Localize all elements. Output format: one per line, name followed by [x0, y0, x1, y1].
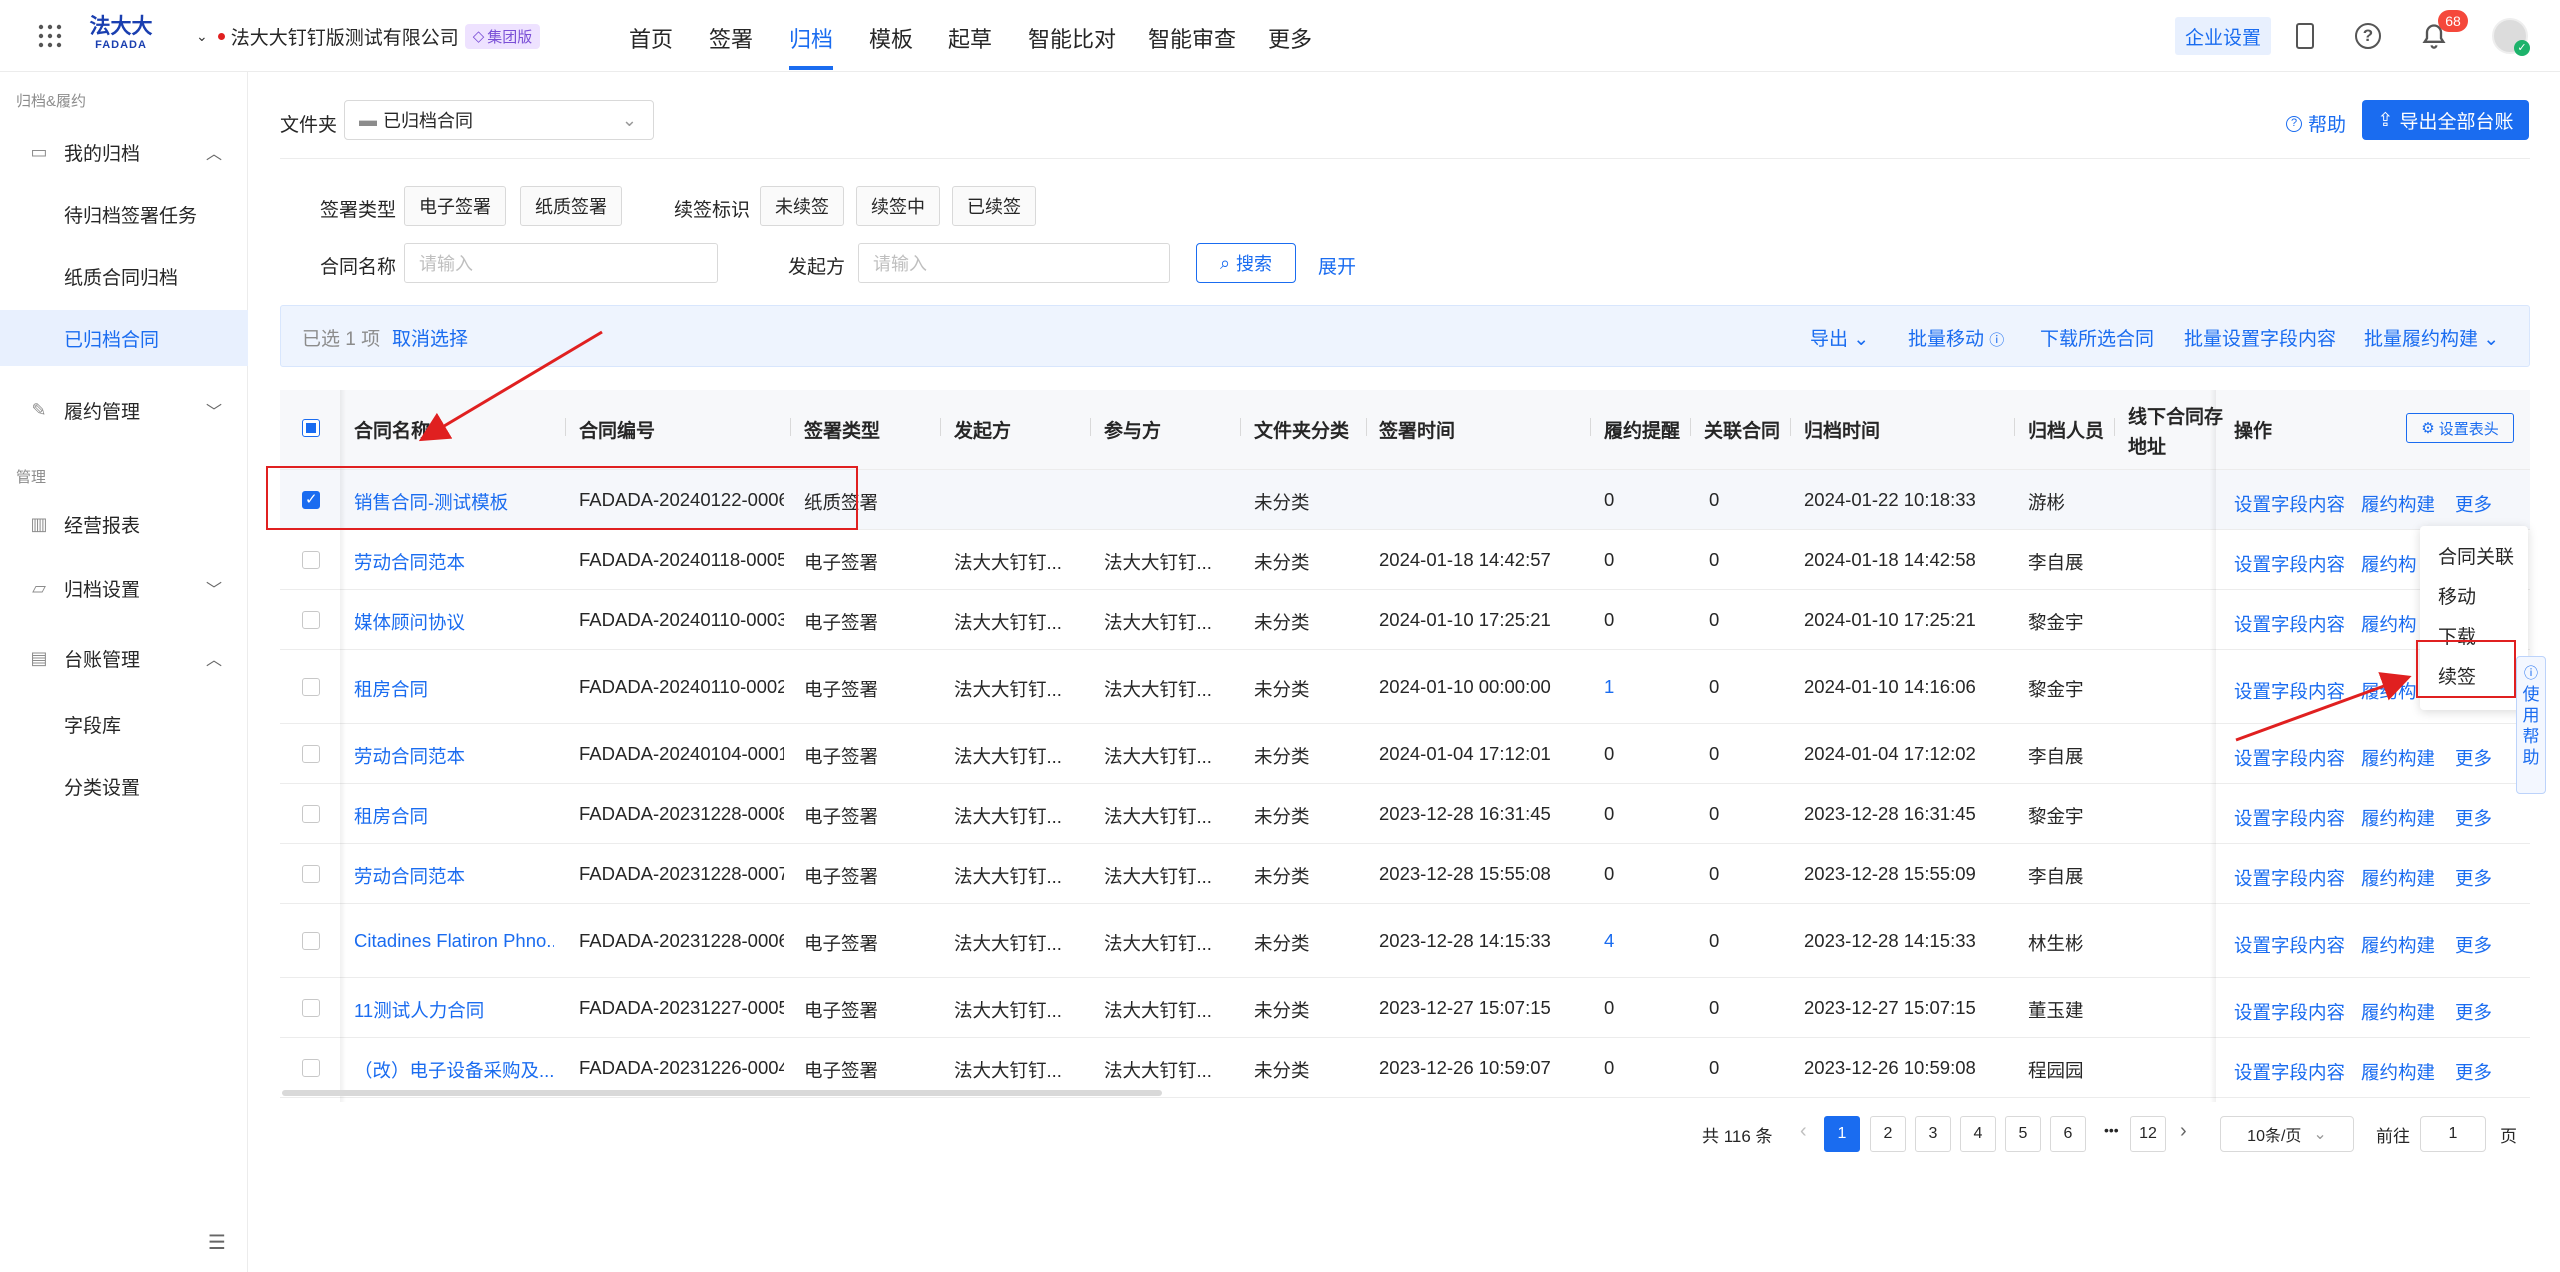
annotation-arrow-renew — [2235, 672, 2412, 742]
annotation-arrows — [418, 330, 2412, 742]
annotation-arrow-row — [418, 330, 603, 442]
